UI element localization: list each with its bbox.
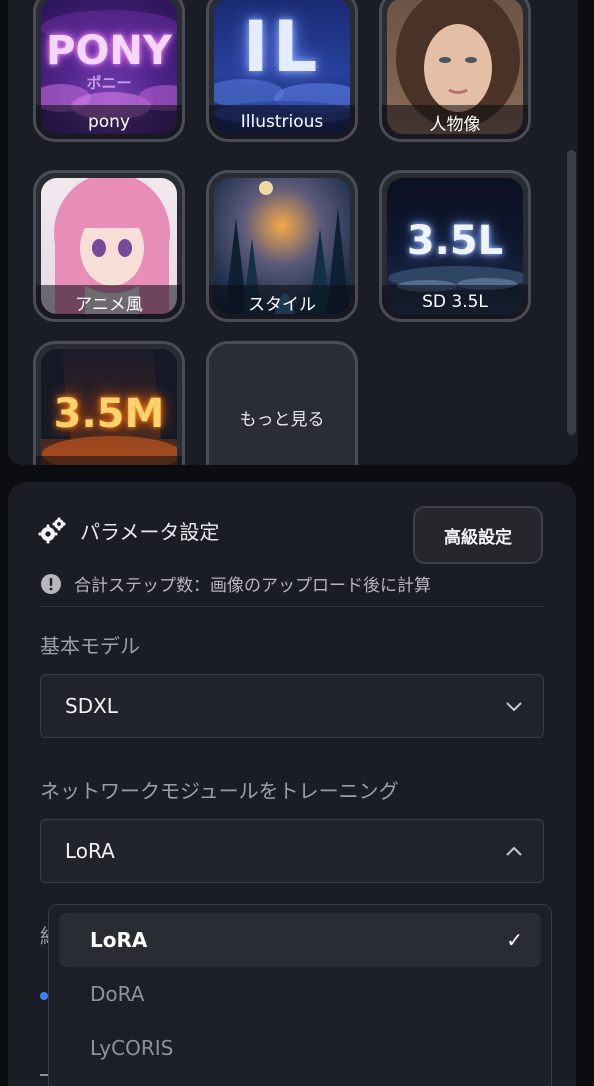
model-card-grid: PONY ポニー pony IL Illustrious 人物像 アニメ風 スタ…: [8, 0, 568, 465]
total-steps-info: 合計ステップ数：画像のアップロード後に計算: [40, 571, 431, 596]
model-card-sd35l[interactable]: 3.5L SD 3.5L: [379, 170, 531, 322]
model-card-label: 人物像: [382, 105, 528, 139]
total-steps-text: 合計ステップ数：画像のアップロード後に計算: [74, 576, 431, 596]
sd35l-art-title: 3.5L: [406, 218, 504, 264]
dropdown-option-label: LoRA: [90, 928, 148, 952]
model-card-label: Illustrious: [209, 105, 355, 139]
dropdown-option-lycoris[interactable]: LyCORIS: [59, 1021, 541, 1075]
more-models-label: もっと見る: [239, 409, 325, 430]
dropdown-option-label: LyCORIS: [90, 1036, 174, 1060]
model-card-portrait[interactable]: 人物像: [379, 0, 531, 142]
model-card-style[interactable]: スタイル: [206, 170, 358, 322]
exclamation-circle-icon: [40, 573, 62, 595]
base-model-select[interactable]: SDXL: [40, 674, 544, 738]
model-card-label: SD 3.5L: [382, 285, 528, 319]
dropdown-option-lora[interactable]: LoRA ✓: [59, 913, 541, 967]
model-card-label: アニメ風: [36, 285, 182, 319]
model-card-illustrious[interactable]: IL Illustrious: [206, 0, 358, 142]
model-grid-scrollbar[interactable]: [567, 150, 576, 435]
checkmark-icon: ✓: [506, 928, 523, 952]
blue-indicator-dot: [40, 992, 48, 1000]
network-module-select[interactable]: LoRA: [40, 819, 544, 883]
chevron-up-icon: [505, 842, 523, 860]
pony-art-title: PONY: [46, 28, 172, 74]
illustrious-art-title: IL: [242, 6, 322, 88]
network-module-value: LoRA: [65, 839, 115, 863]
more-models-button[interactable]: もっと見る: [206, 341, 358, 465]
sd35m-art-title: 3.5M: [53, 391, 165, 437]
sd35m-thumbnail: 3.5M: [41, 349, 177, 465]
model-card-label: SD 3.5M: [36, 456, 182, 465]
base-model-label: 基本モデル: [40, 634, 140, 658]
model-card-anime[interactable]: アニメ風: [33, 170, 185, 322]
parameter-settings-header: パラメータ設定: [38, 515, 219, 545]
advanced-settings-button[interactable]: 高級設定: [413, 506, 543, 564]
network-module-label: ネットワークモジュールをトレーニング: [40, 779, 399, 803]
model-card-sd35m[interactable]: 3.5M SD 3.5M: [33, 341, 185, 465]
parameter-settings-title: パラメータ設定: [80, 519, 220, 544]
section-divider: [40, 606, 544, 607]
chevron-down-icon: [505, 697, 523, 715]
model-card-pony[interactable]: PONY ポニー pony: [33, 0, 185, 142]
model-card-panel: PONY ポニー pony IL Illustrious 人物像 アニメ風 スタ…: [8, 0, 578, 465]
base-model-value: SDXL: [65, 694, 118, 718]
app-root: PONY ポニー pony IL Illustrious 人物像 アニメ風 スタ…: [0, 0, 594, 1086]
dropdown-option-dora[interactable]: DoRA: [59, 967, 541, 1021]
pony-art-subtitle: ポニー: [86, 74, 132, 92]
model-card-label: スタイル: [209, 285, 355, 319]
network-module-dropdown: LoRA ✓ DoRA LyCORIS: [48, 904, 552, 1086]
gears-icon: [38, 515, 68, 545]
dropdown-option-label: DoRA: [90, 982, 145, 1006]
model-card-label: pony: [36, 105, 182, 139]
